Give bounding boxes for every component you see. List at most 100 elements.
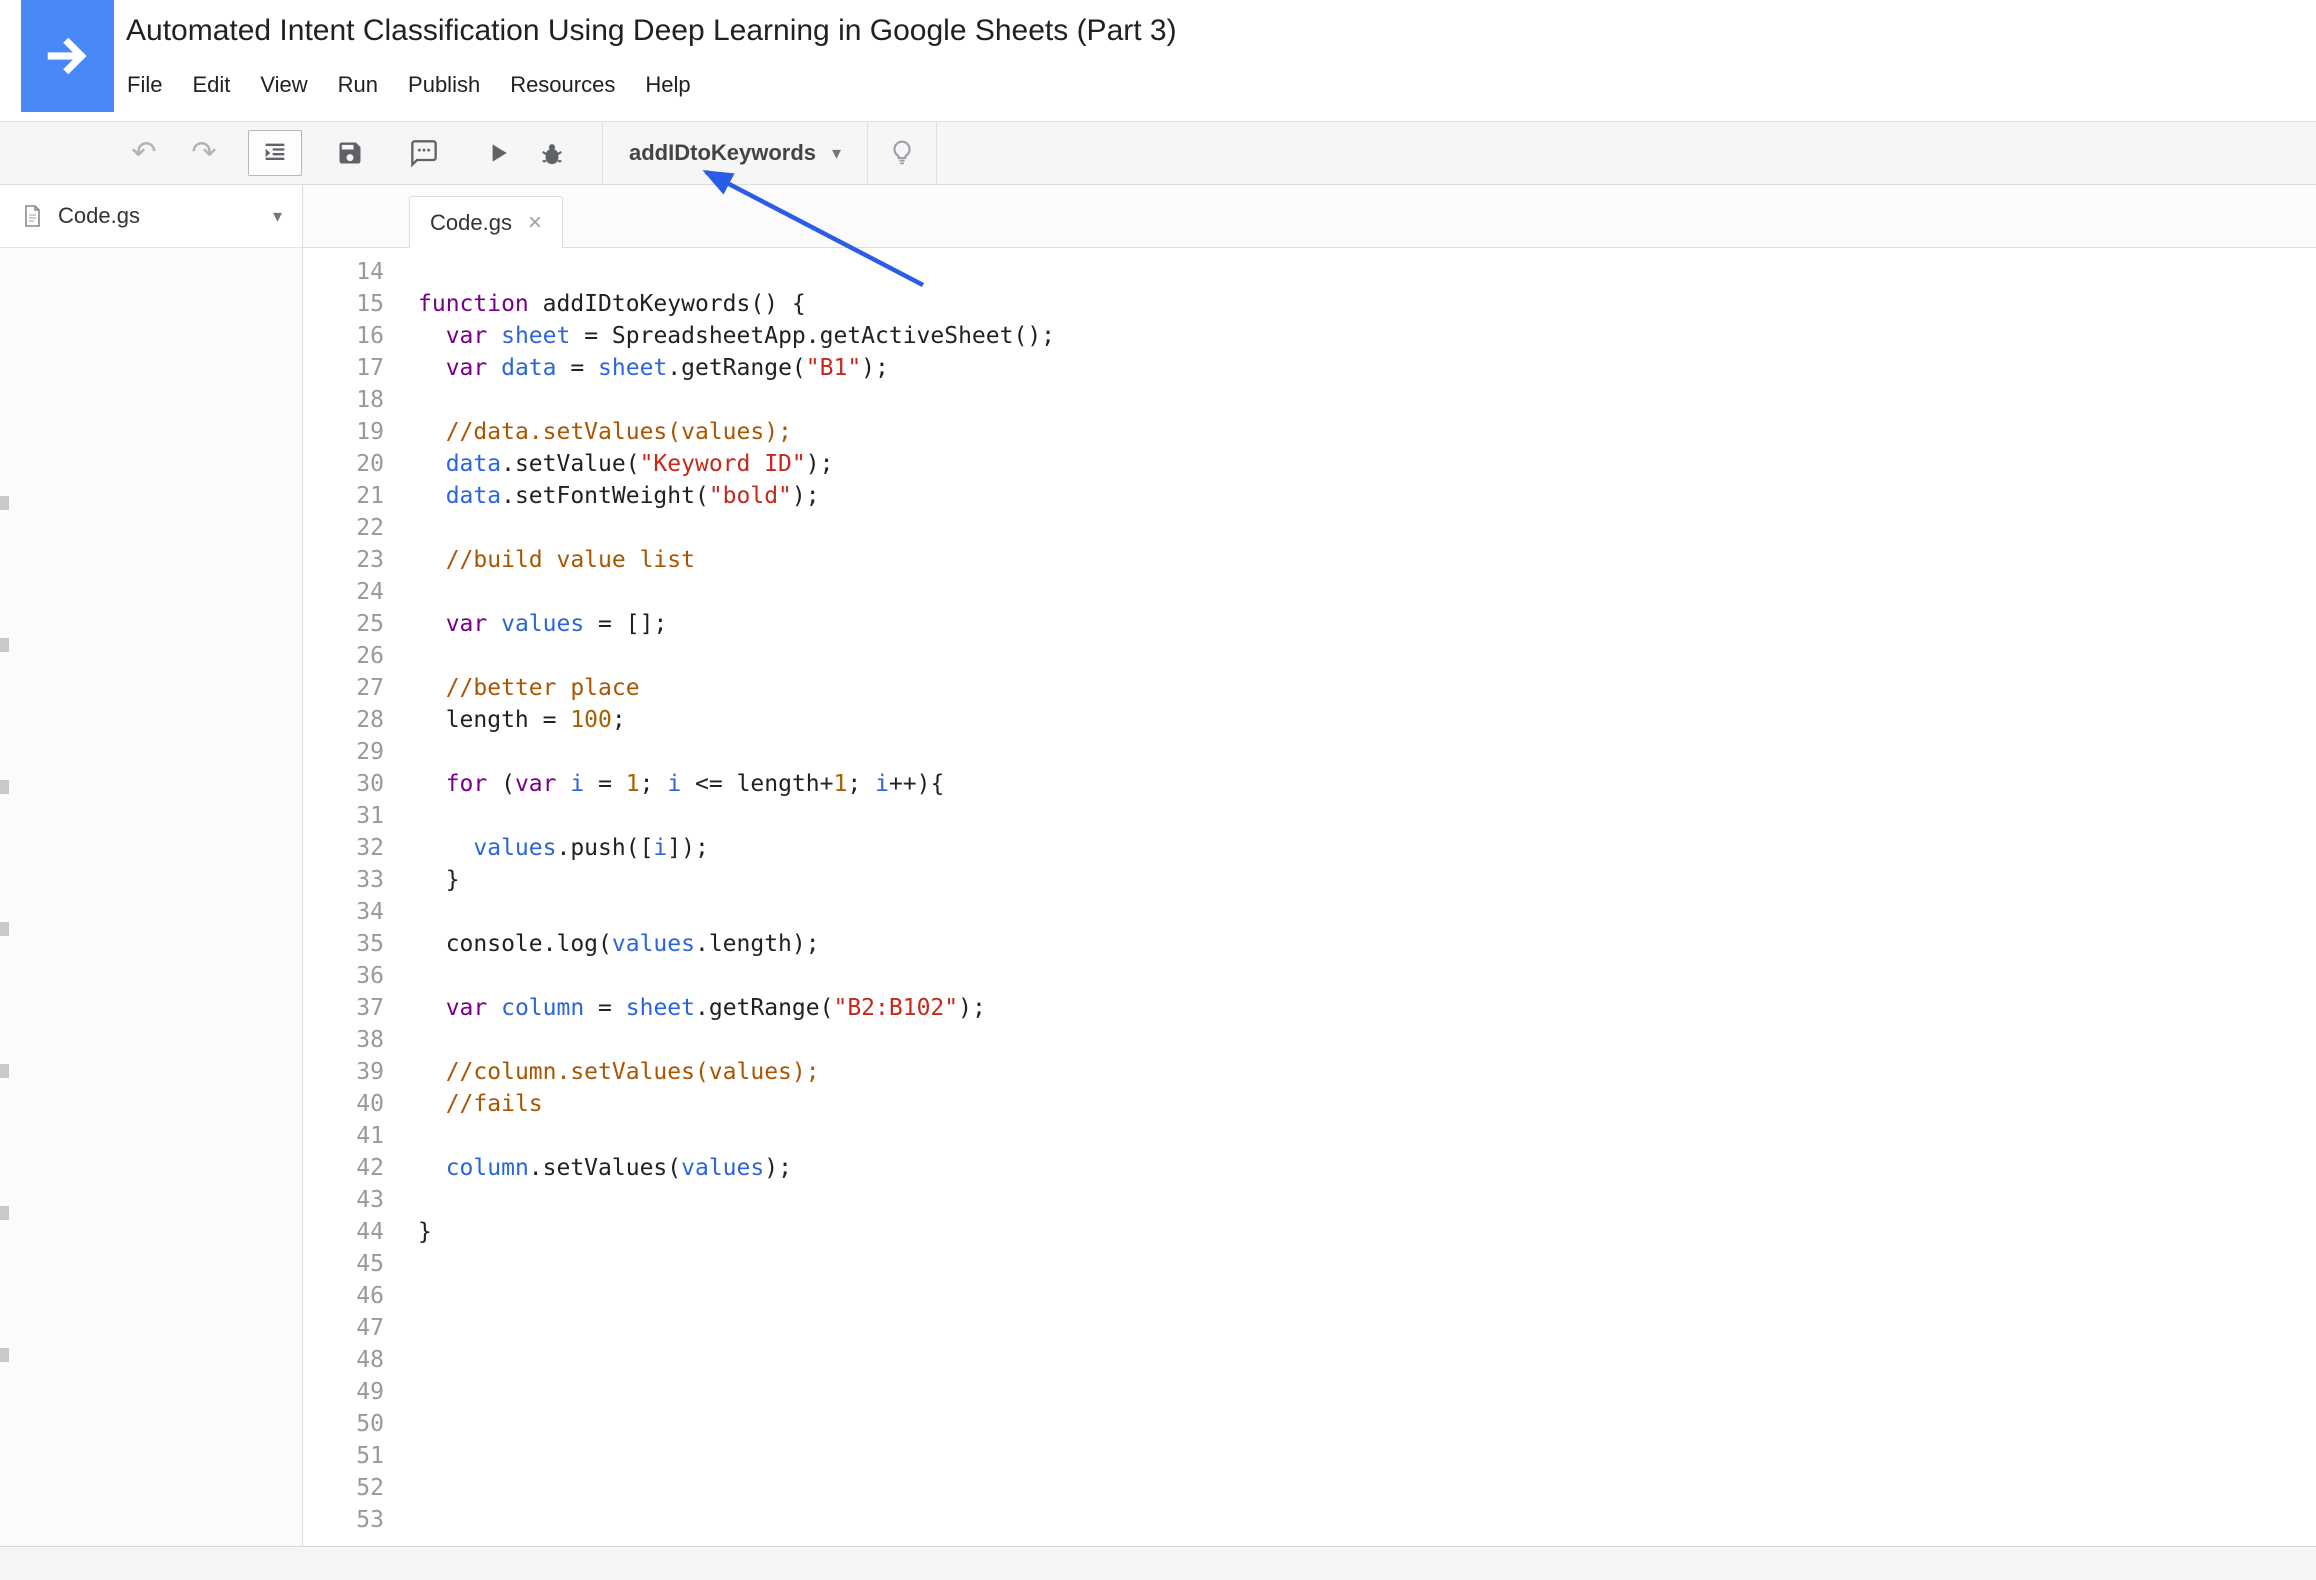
code-line[interactable]: 48 — [303, 1344, 2316, 1376]
tab-code-gs[interactable]: Code.gs × — [409, 196, 563, 248]
code-line[interactable]: 20 data.setValue("Keyword ID"); — [303, 448, 2316, 480]
chevron-down-icon: ▾ — [832, 143, 841, 164]
line-number: 35 — [303, 928, 384, 960]
menu-run[interactable]: Run — [323, 64, 393, 106]
file-item-label: Code.gs — [58, 203, 140, 229]
save-button[interactable] — [324, 127, 376, 179]
code-text: function addIDtoKeywords() { — [418, 288, 806, 320]
line-number: 49 — [303, 1376, 384, 1408]
function-selector-dropdown[interactable]: addIDtoKeywords ▾ — [603, 122, 867, 184]
debug-button[interactable] — [526, 127, 578, 179]
code-line[interactable]: 44} — [303, 1216, 2316, 1248]
file-menu-caret-icon[interactable]: ▾ — [273, 206, 282, 227]
code-text: length = 100; — [418, 704, 626, 736]
code-line[interactable]: 41 — [303, 1120, 2316, 1152]
code-line[interactable]: 17 var data = sheet.getRange("B1"); — [303, 352, 2316, 384]
menu-publish[interactable]: Publish — [393, 64, 495, 106]
code-line[interactable]: 40 //fails — [303, 1088, 2316, 1120]
code-line[interactable]: 19 //data.setValues(values); — [303, 416, 2316, 448]
chat-button[interactable] — [398, 127, 450, 179]
line-number: 45 — [303, 1248, 384, 1280]
code-line[interactable]: 26 — [303, 640, 2316, 672]
code-line[interactable]: 39 //column.setValues(values); — [303, 1056, 2316, 1088]
indent-icon — [261, 139, 289, 167]
code-line[interactable]: 45 — [303, 1248, 2316, 1280]
lightbulb-icon — [887, 138, 917, 168]
panel-resize-handle[interactable] — [0, 496, 9, 1376]
code-line[interactable]: 28 length = 100; — [303, 704, 2316, 736]
code-line[interactable]: 23 //build value list — [303, 544, 2316, 576]
code-line[interactable]: 42 column.setValues(values); — [303, 1152, 2316, 1184]
line-number: 31 — [303, 800, 384, 832]
code-line[interactable]: 38 — [303, 1024, 2316, 1056]
code-line[interactable]: 52 — [303, 1472, 2316, 1504]
line-number: 41 — [303, 1120, 384, 1152]
code-text: //data.setValues(values); — [418, 416, 792, 448]
code-line[interactable]: 36 — [303, 960, 2316, 992]
code-line[interactable]: 50 — [303, 1408, 2316, 1440]
redo-button[interactable]: ↷ — [178, 127, 230, 179]
code-line[interactable]: 37 var column = sheet.getRange("B2:B102"… — [303, 992, 2316, 1024]
code-line[interactable]: 22 — [303, 512, 2316, 544]
run-button[interactable] — [472, 127, 524, 179]
menu-view[interactable]: View — [245, 64, 322, 106]
code-line[interactable]: 27 //better place — [303, 672, 2316, 704]
undo-button[interactable]: ↶ — [118, 127, 170, 179]
code-line[interactable]: 43 — [303, 1184, 2316, 1216]
line-number: 28 — [303, 704, 384, 736]
code-line[interactable]: 18 — [303, 384, 2316, 416]
code-editor[interactable]: 1415function addIDtoKeywords() {16 var s… — [303, 248, 2316, 1546]
menu-file[interactable]: File — [112, 64, 177, 106]
line-number: 48 — [303, 1344, 384, 1376]
code-line[interactable]: 51 — [303, 1440, 2316, 1472]
line-number: 14 — [303, 256, 384, 288]
file-icon — [20, 204, 44, 228]
line-number: 21 — [303, 480, 384, 512]
code-line[interactable]: 53 — [303, 1504, 2316, 1536]
line-number: 33 — [303, 864, 384, 896]
line-number: 17 — [303, 352, 384, 384]
hints-button[interactable] — [876, 127, 928, 179]
code-line[interactable]: 30 for (var i = 1; i <= length+1; i++){ — [303, 768, 2316, 800]
code-line[interactable]: 25 var values = []; — [303, 608, 2316, 640]
line-number: 53 — [303, 1504, 384, 1536]
menu-help[interactable]: Help — [630, 64, 705, 106]
code-line[interactable]: 24 — [303, 576, 2316, 608]
line-number: 51 — [303, 1440, 384, 1472]
code-line[interactable]: 29 — [303, 736, 2316, 768]
code-line[interactable]: 34 — [303, 896, 2316, 928]
code-text: values.push([i]); — [418, 832, 709, 864]
code-line[interactable]: 35 console.log(values.length); — [303, 928, 2316, 960]
line-number: 34 — [303, 896, 384, 928]
menu-edit[interactable]: Edit — [177, 64, 245, 106]
menu-resources[interactable]: Resources — [495, 64, 630, 106]
line-number: 19 — [303, 416, 384, 448]
code-line[interactable]: 15function addIDtoKeywords() { — [303, 288, 2316, 320]
code-line[interactable]: 33 } — [303, 864, 2316, 896]
file-item-code-gs[interactable]: Code.gs ▾ — [0, 185, 302, 248]
code-line[interactable]: 32 values.push([i]); — [303, 832, 2316, 864]
app-logo[interactable] — [21, 0, 114, 112]
redo-icon: ↷ — [191, 138, 216, 168]
files-sidebar: Code.gs ▾ — [0, 185, 303, 1546]
code-line[interactable]: 46 — [303, 1280, 2316, 1312]
code-line[interactable]: 14 — [303, 256, 2316, 288]
code-line[interactable]: 16 var sheet = SpreadsheetApp.getActiveS… — [303, 320, 2316, 352]
line-number: 38 — [303, 1024, 384, 1056]
function-selector-label: addIDtoKeywords — [629, 140, 816, 166]
arrow-right-icon — [41, 29, 95, 83]
code-line[interactable]: 47 — [303, 1312, 2316, 1344]
line-number: 36 — [303, 960, 384, 992]
line-number: 23 — [303, 544, 384, 576]
indent-button[interactable] — [248, 130, 302, 176]
code-line[interactable]: 31 — [303, 800, 2316, 832]
code-line[interactable]: 49 — [303, 1376, 2316, 1408]
code-line[interactable]: 21 data.setFontWeight("bold"); — [303, 480, 2316, 512]
project-title[interactable]: Automated Intent Classification Using De… — [126, 14, 1177, 48]
line-number: 30 — [303, 768, 384, 800]
line-number: 25 — [303, 608, 384, 640]
tab-bar: Code.gs × — [303, 185, 2316, 248]
code-text: console.log(values.length); — [418, 928, 820, 960]
close-icon[interactable]: × — [528, 211, 542, 235]
line-number: 18 — [303, 384, 384, 416]
